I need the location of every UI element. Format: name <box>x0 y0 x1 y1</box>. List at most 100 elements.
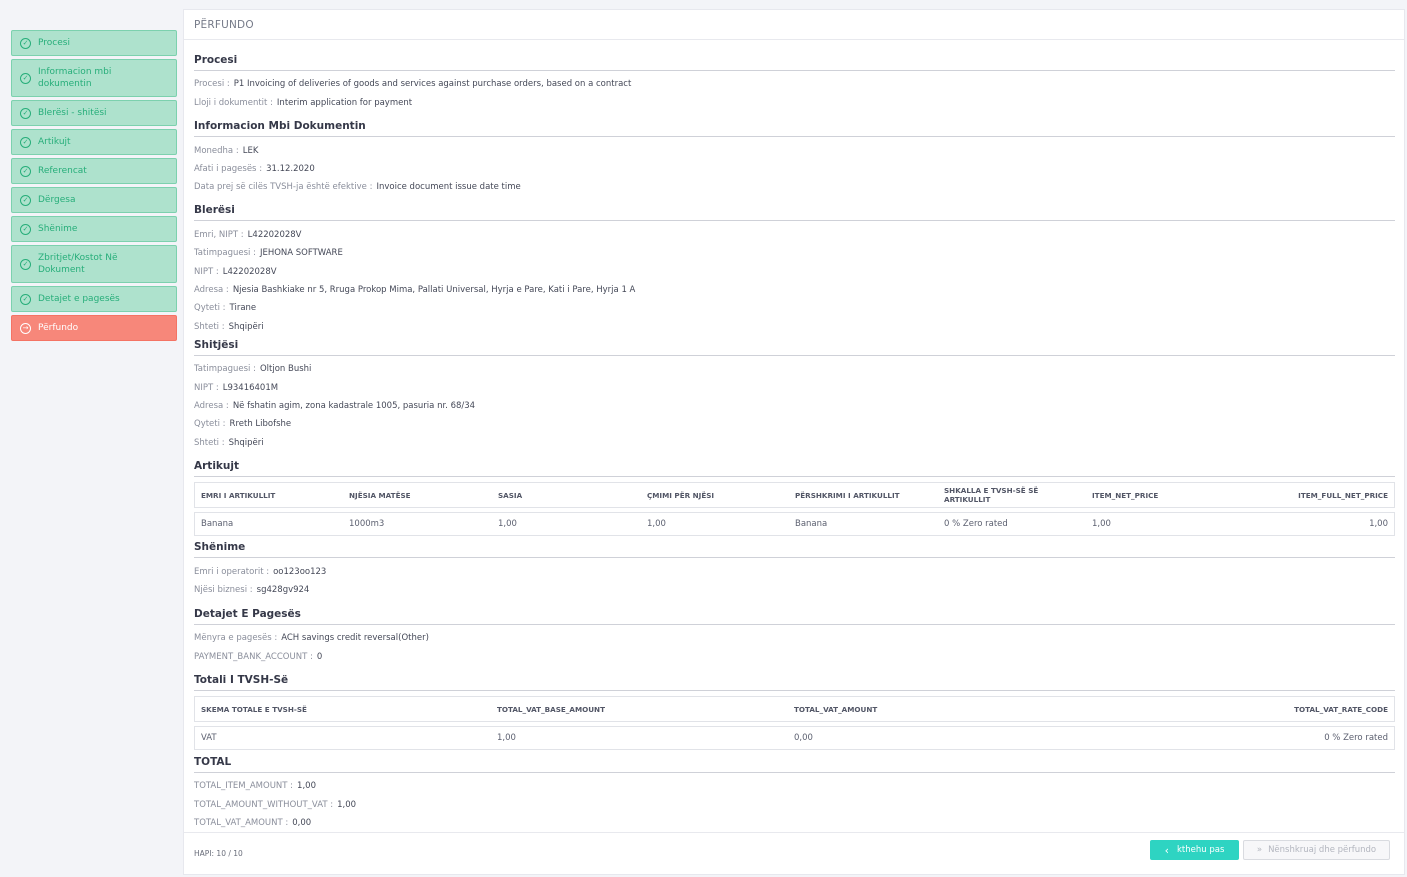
step-label: Përfundo <box>38 323 79 333</box>
field-shteti: Shteti : Shqipëri <box>194 322 264 332</box>
field-label: Emri i operatorit : <box>194 567 270 577</box>
field-value: Rreth Libofshe <box>229 419 292 429</box>
table-cell: 0 % Zero rated <box>1085 726 1395 750</box>
table-cell: Banana <box>194 512 343 536</box>
double-chevron-right-icon: » <box>1256 845 1263 855</box>
field-shteti: Shteti : Shqipëri <box>194 438 264 448</box>
check-circle-icon: ✓ <box>20 258 31 270</box>
table-header-row: EMRI I ARTIKULLIT NJËSIA MATËSE SASIA ÇM… <box>194 482 1395 508</box>
field-label: Procesi : <box>194 79 230 89</box>
field-tatimpaguesi: Tatimpaguesi : Oltjon Bushi <box>194 364 311 374</box>
table-row: Banana 1000m3 1,00 1,00 Banana 0 % Zero … <box>194 512 1395 536</box>
step-label: Artikujt <box>38 137 71 147</box>
field-label: Emri, NIPT : <box>194 230 244 240</box>
field-label: Adresa : <box>194 285 229 295</box>
field-label: NIPT : <box>194 267 219 277</box>
field-total-amount-without-vat: TOTAL_AMOUNT_WITHOUT_VAT :1,00 <box>194 800 356 810</box>
column-header: TOTAL_VAT_RATE_CODE <box>1085 696 1395 722</box>
field-value: 0 <box>316 652 323 662</box>
check-circle-icon: ✓ <box>20 165 31 177</box>
arrow-right-circle-icon: → <box>20 322 31 334</box>
step-bleresi-shitesi[interactable]: ✓ Blerësi - shitësi <box>11 100 177 126</box>
step-informacion[interactable]: ✓ Informacion mbi dokumentin <box>11 59 177 97</box>
sign-button-label: Nënshkruaj dhe përfundo <box>1268 845 1377 855</box>
vat-table: SKEMA TOTALE E TVSH-SË TOTAL_VAT_BASE_AM… <box>194 696 1395 750</box>
step-shenime[interactable]: ✓ Shënime <box>11 216 177 242</box>
field-label: PAYMENT_BANK_ACCOUNT : <box>194 652 313 662</box>
field-value: Në fshatin agim, zona kadastrale 1005, p… <box>232 401 476 411</box>
table-cell: 0,00 <box>788 726 1085 750</box>
field-label: Tatimpaguesi : <box>194 364 256 374</box>
field-value: oo123oo123 <box>273 567 327 577</box>
field-value: P1 Invoicing of deliveries of goods and … <box>233 79 632 89</box>
table-cell: 1,00 <box>492 512 641 536</box>
step-zbritjet-kostot[interactable]: ✓ Zbritjet/Kostot Në Dokument <box>11 245 177 283</box>
field-label: Adresa : <box>194 401 229 411</box>
field-menyra-pageses: Mënyra e pagesës : ACH savings credit rev… <box>194 633 429 643</box>
field-label: TOTAL_ITEM_AMOUNT : <box>194 781 294 791</box>
section-title-bleresi: Blerësi <box>194 204 1395 221</box>
check-circle-icon: ✓ <box>20 194 31 206</box>
column-header: ITEM_NET_PRICE <box>1086 482 1235 508</box>
table-cell: 1,00 <box>1086 512 1235 536</box>
field-label: Shteti : <box>194 438 225 448</box>
field-label: Shteti : <box>194 322 225 332</box>
field-nipt: NIPT : L42202028V <box>194 267 277 277</box>
step-label: Procesi <box>38 38 70 48</box>
steps-sidebar: ✓ Procesi ✓ Informacion mbi dokumentin ✓… <box>11 30 177 344</box>
check-circle-icon: ✓ <box>20 37 31 49</box>
table-header-row: SKEMA TOTALE E TVSH-SË TOTAL_VAT_BASE_AM… <box>194 696 1395 722</box>
panel-title: PËRFUNDO <box>184 10 1404 40</box>
column-header: NJËSIA MATËSE <box>343 482 492 508</box>
field-value: sg428gv924 <box>256 585 310 595</box>
table-row: VAT 1,00 0,00 0 % Zero rated <box>194 726 1395 750</box>
table-cell: 0 % Zero rated <box>938 512 1086 536</box>
column-header: ITEM_FULL_NET_PRICE <box>1235 482 1395 508</box>
step-referencat[interactable]: ✓ Referencat <box>11 158 177 184</box>
back-button[interactable]: ‹ kthehu pas <box>1150 840 1239 860</box>
field-procesi: Procesi : P1 Invoicing of deliveries of g… <box>194 79 631 89</box>
field-label: Njësi biznesi : <box>194 585 253 595</box>
back-button-label: kthehu pas <box>1177 845 1225 855</box>
step-counter: HAPI: 10 / 10 <box>194 849 243 858</box>
table-cell: VAT <box>194 726 491 750</box>
check-circle-icon: ✓ <box>20 223 31 235</box>
section-title-artikujt: Artikujt <box>194 460 1395 477</box>
panel-footer: HAPI: 10 / 10 ‹ kthehu pas » Nënshkruaj … <box>184 832 1404 874</box>
field-value: Interim application for payment <box>276 98 413 108</box>
field-label: Afati i pagesës : <box>194 164 263 174</box>
items-table: EMRI I ARTIKULLIT NJËSIA MATËSE SASIA ÇM… <box>194 482 1395 536</box>
field-total-item-amount: TOTAL_ITEM_AMOUNT :1,00 <box>194 781 316 791</box>
field-value: 0,00 <box>292 818 312 828</box>
step-artikujt[interactable]: ✓ Artikujt <box>11 129 177 155</box>
step-perfundo[interactable]: → Përfundo <box>11 315 177 341</box>
step-label: Detajet e pagesës <box>38 294 120 304</box>
section-title-totali-tvsh: Totali I TVSH-Së <box>194 674 1395 691</box>
step-dergesa[interactable]: ✓ Dërgesa <box>11 187 177 213</box>
step-label: Dërgesa <box>38 195 76 205</box>
sign-and-finish-button[interactable]: » Nënshkruaj dhe përfundo <box>1243 840 1390 860</box>
table-cell: 1,00 <box>1235 512 1395 536</box>
field-nipt: NIPT : L93416401M <box>194 383 278 393</box>
field-emri-nipt: Emri, NIPT : L42202028V <box>194 230 302 240</box>
field-label: Monedha : <box>194 146 239 156</box>
field-adresa: Adresa : Në fshatin agim, zona kadastrale… <box>194 401 475 411</box>
check-circle-icon: ✓ <box>20 107 31 119</box>
section-title-detajet-pageses: Detajet E Pagesës <box>194 608 1395 625</box>
check-circle-icon: ✓ <box>20 293 31 305</box>
column-header: SHKALLA E TVSH-SË SË ARTIKULLIT <box>938 482 1086 508</box>
field-value: Njesia Bashkiake nr 5, Rruga Prokop Mima… <box>232 285 636 295</box>
table-cell: 1,00 <box>491 726 788 750</box>
field-tatimpaguesi: Tatimpaguesi : JEHONA SOFTWARE <box>194 248 343 258</box>
field-total-vat-amount: TOTAL_VAT_AMOUNT :0,00 <box>194 818 311 828</box>
field-value: Shqipëri <box>228 322 264 332</box>
field-label: Qyteti : <box>194 419 226 429</box>
table-cell: 1,00 <box>641 512 789 536</box>
column-header: SASIA <box>492 482 641 508</box>
field-njesi-biznesi: Njësi biznesi : sg428gv924 <box>194 585 309 595</box>
step-procesi[interactable]: ✓ Procesi <box>11 30 177 56</box>
summary-panel: PËRFUNDO Procesi Procesi : P1 Invoicing o… <box>183 9 1405 875</box>
step-detajet-pageses[interactable]: ✓ Detajet e pagesës <box>11 286 177 312</box>
chevron-left-icon: ‹ <box>1164 843 1169 857</box>
field-value: JEHONA SOFTWARE <box>259 248 343 258</box>
